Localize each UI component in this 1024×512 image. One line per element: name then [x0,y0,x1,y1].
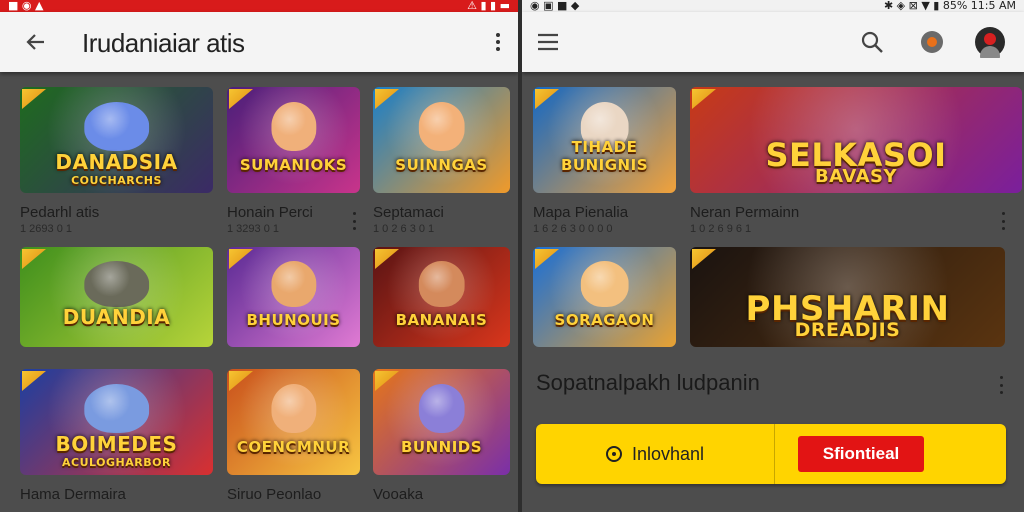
game-logo-text: BHUNOUIS [246,311,341,329]
game-title: Neran Permainn [690,204,800,221]
character-image [270,261,317,307]
search-icon [861,31,883,53]
status-bar: ◉ ▣ ■ ◆ ✱ ◈ ⊠ ▼ ▮ 85% 11:5 AM [522,0,1024,12]
search-button[interactable] [854,24,890,60]
app-bar [522,12,1024,72]
game-title: Vooaka [373,486,424,503]
status-icons-right: ✱ ◈ ⊠ ▼ ▮ 85% 11:5 AM [883,0,1016,12]
game-logo-text: BOIMEDES [55,431,178,456]
game-thumbnail[interactable]: SUINNGAS [373,87,510,193]
game-logo-text: SUMANIOKS [239,155,348,174]
game-tagline-text: DREADJIS [794,319,901,341]
game-tagline-text: BAVASY [814,165,898,187]
card-more-button[interactable] [349,212,359,230]
primary-action-button[interactable]: Sfiontieal [798,436,924,472]
page-title: Irudaniaiar atis [82,28,245,58]
section-title: Sopatnalpakh ludpanin [536,370,760,395]
card-more-button[interactable] [998,212,1008,230]
install-button[interactable]: Inlovhanl [536,424,774,484]
install-label: Inlovhanl [631,443,705,464]
menu-icon [538,33,558,51]
game-thumbnail[interactable]: SELKASOI BAVASY [690,87,1022,193]
game-thumbnail[interactable]: DANADSIA COUCHARCHS [20,87,213,193]
avatar-icon [975,27,1005,58]
character-image [418,261,465,307]
game-logo-text: BUNNIDS [400,437,483,456]
game-thumbnail[interactable]: BHUNOUIS [227,247,360,347]
game-title: Pedarhl atis [20,204,100,221]
status-icons-right: ⚠ ▮ ▮ ▬ [467,0,510,12]
left-pane: ■ ◉ ▲ ⚠ ▮ ▮ ▬ Irudaniaiar atis DANADSIA C… [0,0,518,512]
game-tagline-text: ACULOGHARBOR [62,455,171,469]
status-bar: ■ ◉ ▲ ⚠ ▮ ▮ ▬ [0,0,518,12]
game-logo-text: BANANAIS [395,311,488,329]
action-separator [774,424,775,484]
game-title: Siruo Peonlao [227,486,322,503]
game-title: Septamaci [373,204,444,221]
section-more-button[interactable] [996,376,1006,394]
game-title: Mapa Pienalia [533,204,629,221]
game-logo-text: SORAGAON [554,311,655,329]
character-image [83,383,150,433]
app-bar: Irudaniaiar atis [0,12,518,72]
character-image [83,261,150,307]
game-logo-text: COENCMNUR [236,437,351,456]
game-subtitle: 1 0 2 6 3 0 1 [373,223,435,235]
game-thumbnail[interactable]: PHSHARIN DREADJIS [690,247,1005,347]
game-logo-text: DANADSIA [55,149,178,174]
character-image [83,101,150,151]
notification-icon [921,31,943,53]
game-logo-text: SUINNGAS [395,155,488,174]
back-button[interactable] [18,24,54,60]
game-subtitle: 1 3293 0 1 [227,223,279,235]
overflow-menu-button[interactable] [480,24,516,60]
game-title: Honain Perci [227,204,313,221]
character-image [270,101,317,151]
game-subtitle: 1 6 2 6 3 0 0 0 0 [533,223,613,235]
game-thumbnail[interactable]: SORAGAON [533,247,676,347]
game-thumbnail[interactable]: COENCMNUR [227,369,360,475]
game-thumbnail[interactable]: BANANAIS [373,247,510,347]
game-thumbnail[interactable]: BUNNIDS [373,369,510,475]
status-icons-left: ◉ ▣ ■ ◆ [530,0,580,12]
game-thumbnail[interactable]: SUMANIOKS [227,87,360,193]
game-thumbnail[interactable]: TIHADE BUNIGNIS [533,87,676,193]
arrow-left-icon [26,34,44,50]
account-button[interactable] [972,24,1008,60]
game-logo-text: TIHADE BUNIGNIS [561,137,648,174]
action-bar: Inlovhanl Sfiontieal [536,424,1006,484]
notification-button[interactable] [914,24,950,60]
character-image [580,261,629,307]
character-image [418,383,465,433]
character-image [270,383,317,433]
game-title: Hama Dermaira [20,486,126,503]
game-subtitle: 1 0 2 6 9 6 1 [690,223,752,235]
radio-icon [605,446,622,462]
game-tagline-text: COUCHARCHS [71,173,162,187]
more-vert-icon [496,33,500,51]
menu-button[interactable] [530,24,566,60]
character-image [418,101,465,151]
status-icons-left: ■ ◉ ▲ [8,0,44,12]
game-logo-text: DUANDIA [62,305,171,329]
game-subtitle: 1 2693 0 1 [20,223,72,235]
game-thumbnail[interactable]: DUANDIA [20,247,213,347]
game-thumbnail[interactable]: BOIMEDES ACULOGHARBOR [20,369,213,475]
